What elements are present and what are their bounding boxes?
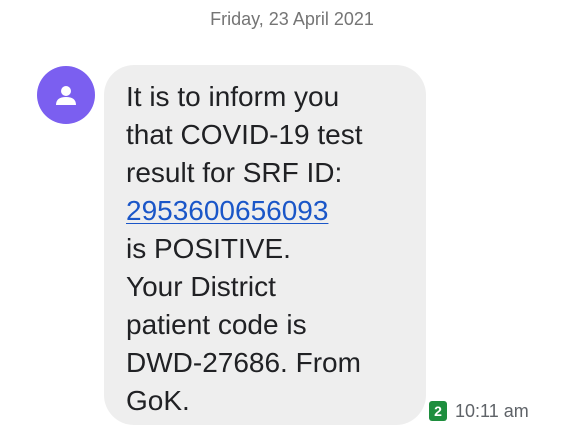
message-line: It is to inform you xyxy=(126,81,340,112)
message-line: result for SRF ID: xyxy=(126,157,343,188)
message-meta: 2 10:11 am xyxy=(429,400,529,422)
contact-avatar[interactable] xyxy=(37,66,95,124)
message-line: Your District xyxy=(126,271,276,302)
message-line: that COVID-19 test xyxy=(126,119,363,150)
message-bubble[interactable]: It is to inform you that COVID-19 test r… xyxy=(104,65,426,425)
message-line: DWD-27686. From xyxy=(126,347,361,378)
srf-id-link[interactable]: 2953600656093 xyxy=(126,195,328,226)
message-line: GoK. xyxy=(126,385,190,416)
message-line: patient code is xyxy=(126,309,307,340)
message-timestamp: 10:11 am xyxy=(455,400,529,421)
date-header: Friday, 23 April 2021 xyxy=(210,9,374,29)
person-icon xyxy=(56,86,76,105)
sim-badge: 2 xyxy=(429,401,447,421)
message-line: is POSITIVE. xyxy=(126,233,291,264)
